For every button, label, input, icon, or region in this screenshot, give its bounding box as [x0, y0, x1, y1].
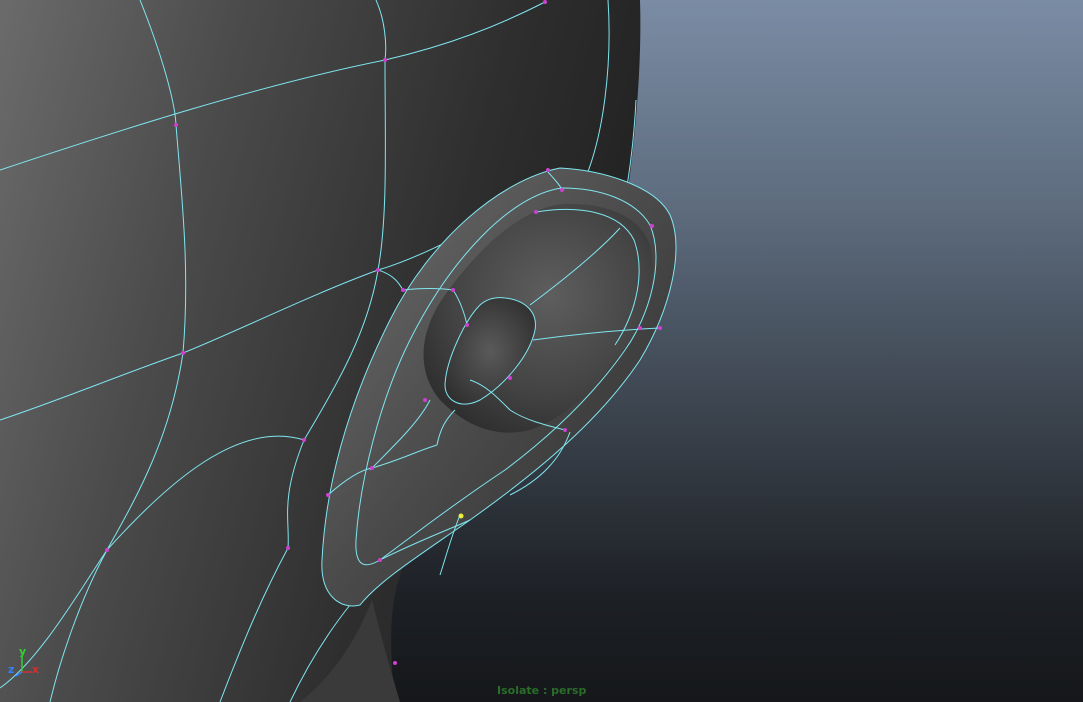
vertex[interactable]: [563, 428, 567, 432]
vertex[interactable]: [465, 323, 469, 327]
3d-viewport[interactable]: y x z Isolate : persp: [0, 0, 1083, 702]
vertex[interactable]: [105, 548, 109, 552]
vertex[interactable]: [378, 558, 382, 562]
vertex[interactable]: [393, 661, 397, 665]
selected-vertex[interactable]: [458, 513, 464, 519]
camera-label: Isolate : persp: [497, 684, 587, 697]
vertex[interactable]: [543, 0, 547, 4]
vertex[interactable]: [174, 123, 178, 127]
vertex[interactable]: [286, 546, 290, 550]
vertex[interactable]: [650, 224, 654, 228]
axis-x-label: x: [32, 663, 40, 676]
vertex[interactable]: [326, 493, 330, 497]
vertex[interactable]: [638, 326, 642, 330]
vertex[interactable]: [658, 326, 662, 330]
vertex[interactable]: [376, 268, 380, 272]
vertex[interactable]: [560, 188, 564, 192]
axis-y-label: y: [19, 645, 27, 658]
vertex[interactable]: [401, 288, 405, 292]
vertex[interactable]: [508, 376, 512, 380]
vertex[interactable]: [423, 398, 427, 402]
vertex[interactable]: [451, 288, 455, 292]
view-axis-icon: y x z: [6, 646, 46, 680]
axis-z-label: z: [8, 663, 15, 676]
vertex[interactable]: [383, 58, 387, 62]
vertex[interactable]: [546, 168, 550, 172]
vertex[interactable]: [302, 438, 306, 442]
vertex[interactable]: [181, 351, 185, 355]
vertex[interactable]: [534, 210, 538, 214]
vertex[interactable]: [370, 466, 374, 470]
head-ear-mesh[interactable]: [0, 0, 1083, 702]
